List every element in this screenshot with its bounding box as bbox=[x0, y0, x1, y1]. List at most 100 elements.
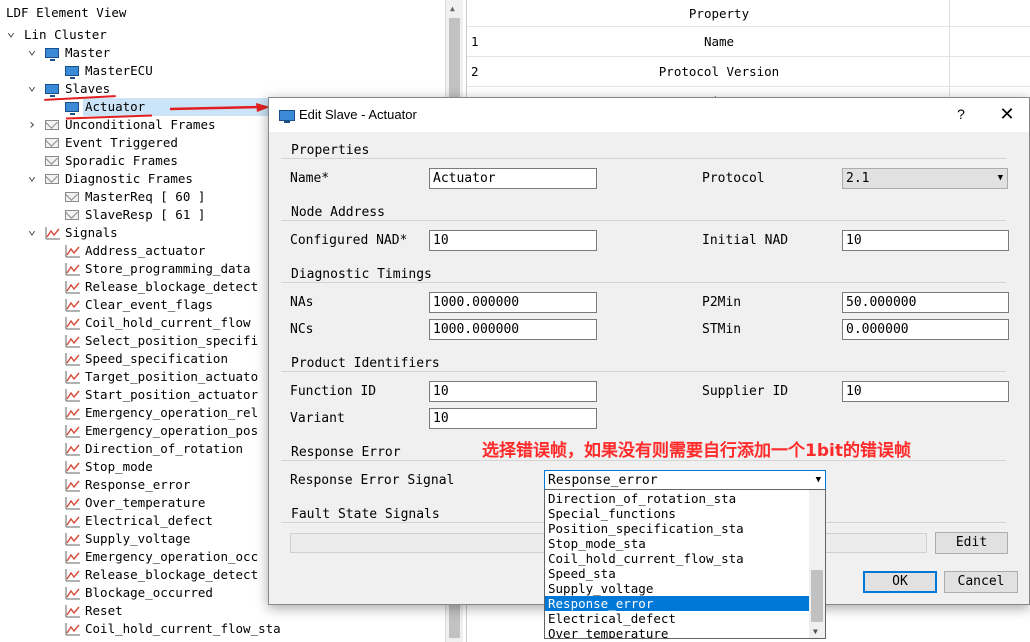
chevron-right-icon[interactable]: › bbox=[27, 117, 37, 133]
tree-item[interactable]: MasterReq [ 60 ] bbox=[85, 188, 205, 206]
row-number: 2 bbox=[471, 64, 479, 79]
chevron-down-icon[interactable]: ⌄ bbox=[27, 169, 37, 183]
signal-chart-icon bbox=[65, 263, 80, 276]
grid-row[interactable]: 1 Name bbox=[467, 26, 1030, 57]
configured-nad-input[interactable]: 10 bbox=[429, 230, 597, 251]
tree-item[interactable]: SlaveResp [ 61 ] bbox=[85, 206, 205, 224]
tree-item[interactable]: Electrical_defect bbox=[85, 512, 213, 530]
column-divider bbox=[949, 57, 950, 87]
response-error-signal-dropdown[interactable]: Direction_of_rotation_sta Special_functio… bbox=[544, 489, 826, 639]
chevron-down-icon[interactable]: ⌄ bbox=[27, 43, 37, 57]
tree-item-label: Signals bbox=[65, 225, 118, 240]
function-id-input[interactable]: 10 bbox=[429, 381, 597, 402]
tree-item[interactable]: Lin Cluster bbox=[24, 26, 107, 44]
tree-item[interactable]: Reset bbox=[85, 602, 123, 620]
dropdown-option[interactable]: Position_specification_sta bbox=[545, 521, 812, 536]
tree-item[interactable]: Event Triggered bbox=[65, 134, 178, 152]
name-label: Name* bbox=[290, 171, 330, 186]
tree-item[interactable]: Stop_mode bbox=[85, 458, 153, 476]
tree-item[interactable]: Select_position_specifi bbox=[85, 332, 258, 350]
tree-item[interactable]: Coil_hold_current_flow bbox=[85, 314, 251, 332]
tree-item[interactable]: Store_programming_data bbox=[85, 260, 251, 278]
tree-item[interactable]: Supply_voltage bbox=[85, 530, 190, 548]
protocol-select[interactable]: 2.1 ▼ bbox=[842, 168, 1008, 189]
name-input[interactable]: Actuator bbox=[429, 168, 597, 189]
edit-button[interactable]: Edit bbox=[935, 532, 1008, 554]
configured-nad-label: Configured NAD* bbox=[290, 233, 408, 248]
tree-item-label: Master bbox=[65, 45, 111, 60]
cancel-button[interactable]: Cancel bbox=[944, 571, 1018, 593]
scrollbar-thumb[interactable] bbox=[811, 570, 823, 622]
row-property-name: Name bbox=[703, 34, 735, 49]
tree-item-label: Event Triggered bbox=[65, 135, 178, 150]
dropdown-option[interactable]: Speed_sta bbox=[545, 566, 812, 581]
tree-item-label: Actuator bbox=[85, 99, 146, 114]
dropdown-option[interactable]: Response_error bbox=[545, 596, 812, 611]
stmin-input[interactable]: 0.000000 bbox=[842, 319, 1009, 340]
tree-item[interactable]: Emergency_operation_occ bbox=[85, 548, 258, 566]
close-button[interactable]: ✕ bbox=[994, 104, 1020, 125]
row-number: 1 bbox=[471, 34, 479, 49]
ok-button[interactable]: OK bbox=[863, 571, 937, 593]
chevron-down-icon[interactable]: ⌄ bbox=[27, 223, 37, 237]
dropdown-option[interactable]: Over_temperature bbox=[545, 626, 812, 638]
scroll-up-icon[interactable]: ▲ bbox=[450, 4, 455, 13]
dialog-titlebar[interactable]: Edit Slave - Actuator ? ✕ bbox=[269, 98, 1029, 132]
initial-nad-input[interactable]: 10 bbox=[842, 230, 1009, 251]
envelope-icon bbox=[45, 138, 59, 148]
dropdown-scrollbar[interactable]: ▼ bbox=[809, 490, 825, 638]
supplier-id-input[interactable]: 10 bbox=[842, 381, 1009, 402]
tree-item[interactable]: Signals bbox=[65, 224, 118, 242]
tree-item-label: Select_position_specifi bbox=[85, 333, 259, 348]
diagnostic-timings-group bbox=[281, 282, 1006, 283]
signal-chart-icon bbox=[65, 587, 80, 600]
chevron-down-icon: ▼ bbox=[815, 475, 821, 485]
help-button[interactable]: ? bbox=[951, 106, 971, 122]
response-error-signal-select[interactable]: Response_error ▼ bbox=[544, 470, 826, 491]
tree-item[interactable]: Response_error bbox=[85, 476, 190, 494]
tree-item[interactable]: Diagnostic Frames bbox=[65, 170, 193, 188]
tree-item[interactable]: Master bbox=[65, 44, 110, 62]
signal-chart-icon bbox=[65, 281, 80, 294]
tree-item-label: Response_error bbox=[85, 477, 191, 492]
tree-item[interactable]: Sporadic Frames bbox=[65, 152, 178, 170]
tree-item[interactable]: Target_position_actuato bbox=[85, 368, 258, 386]
tree-item-label: Address_actuator bbox=[85, 243, 206, 258]
signal-chart-icon bbox=[65, 479, 80, 492]
dropdown-option[interactable]: Direction_of_rotation_sta bbox=[545, 491, 812, 506]
dropdown-option[interactable]: Electrical_defect bbox=[545, 611, 812, 626]
chevron-down-icon[interactable]: ⌄ bbox=[6, 25, 16, 39]
dropdown-option[interactable]: Supply_voltage bbox=[545, 581, 812, 596]
tree-item[interactable]: Address_actuator bbox=[85, 242, 205, 260]
signal-chart-icon bbox=[65, 551, 80, 564]
tree-item[interactable]: Direction_of_rotation bbox=[85, 440, 243, 458]
tree-item-label: MasterReq [ 60 ] bbox=[85, 189, 206, 204]
product-identifiers-group bbox=[281, 371, 1006, 372]
tree-item[interactable]: Release_blockage_detect bbox=[85, 278, 258, 296]
chevron-down-icon[interactable]: ⌄ bbox=[27, 79, 37, 93]
tree-item[interactable]: Emergency_operation_pos bbox=[85, 422, 258, 440]
tree-item[interactable]: Coil_hold_current_flow_sta bbox=[85, 620, 281, 638]
tree-item[interactable]: Clear_event_flags bbox=[85, 296, 213, 314]
tree-item[interactable]: Release_blockage_detect bbox=[85, 566, 258, 584]
tree-item-label: Direction_of_rotation bbox=[85, 441, 244, 456]
tree-item-label: Diagnostic Frames bbox=[65, 171, 193, 186]
tree-item[interactable]: MasterECU bbox=[85, 62, 153, 80]
tree-item[interactable]: Start_position_actuator bbox=[85, 386, 258, 404]
tree-item[interactable]: Emergency_operation_rel bbox=[85, 404, 258, 422]
annotation-arrow-icon bbox=[170, 103, 270, 112]
dropdown-option[interactable]: Special_functions bbox=[545, 506, 812, 521]
tree-item[interactable]: Speed_specification bbox=[85, 350, 228, 368]
fault-state-section-title: Fault State Signals bbox=[291, 507, 440, 522]
tree-item[interactable]: Over_temperature bbox=[85, 494, 205, 512]
p2min-input[interactable]: 50.000000 bbox=[842, 292, 1009, 313]
grid-row[interactable]: 2 Protocol Version bbox=[467, 56, 1030, 87]
dropdown-option[interactable]: Coil_hold_current_flow_sta bbox=[545, 551, 812, 566]
scroll-down-icon[interactable]: ▼ bbox=[813, 627, 818, 636]
variant-input[interactable]: 10 bbox=[429, 408, 597, 429]
tree-item[interactable]: Blockage_occurred bbox=[85, 584, 213, 602]
dropdown-option[interactable]: Stop_mode_sta bbox=[545, 536, 812, 551]
nas-input[interactable]: 1000.000000 bbox=[429, 292, 597, 313]
ncs-input[interactable]: 1000.000000 bbox=[429, 319, 597, 340]
column-divider bbox=[949, 27, 950, 57]
